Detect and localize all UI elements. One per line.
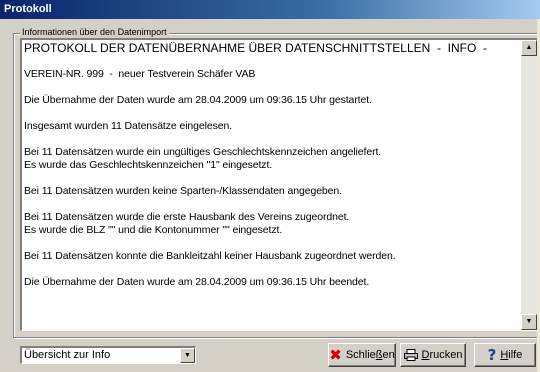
print-button-label: Drucken [421,349,463,361]
protocol-text: PROTOKOLL DER DATENÜBERNAHME ÜBER DATENS… [24,42,519,289]
protocol-line: Es wurde die BLZ "" und die Kontonummer … [24,224,283,236]
red-x-icon: ✖ [329,345,342,364]
protocol-line: Insgesamt wurden 11 Datensätze eingelese… [24,120,233,132]
close-button[interactable]: ✖ Schließen [328,343,396,367]
protocol-line: Bei 11 Datensätzen wurde die erste Hausb… [24,211,350,223]
protocol-line [24,81,519,94]
protocol-line [24,55,519,68]
protocol-line: Bei 11 Datensätzen konnte die Bankleitza… [24,250,396,262]
group-legend: Informationen über den Datenimport [20,27,169,38]
chevron-down-icon[interactable]: ▼ [180,348,195,363]
protocol-line: PROTOKOLL DER DATENÜBERNAHME ÜBER DATENS… [24,41,487,55]
vertical-scrollbar[interactable]: ▲ ▼ [521,40,537,330]
question-icon: ? [487,345,497,364]
printer-icon [403,349,418,361]
protocol-line: Bei 11 Datensätzen wurde ein ungültiges … [24,146,382,158]
scroll-down-button[interactable]: ▼ [521,314,537,330]
scroll-up-button[interactable]: ▲ [521,40,537,56]
help-button-label: Hilfe [500,349,523,361]
protocol-memo[interactable]: PROTOKOLL DER DATENÜBERNAHME ÜBER DATENS… [20,38,538,331]
close-button-label: Schließen [345,349,395,361]
protocol-line: Die Übernahme der Daten wurde am 28.04.2… [24,276,370,288]
protocol-line [24,263,519,276]
protocol-line [24,107,519,120]
view-select-value: Übersicht zur Info [24,349,111,361]
protokoll-window: Protokoll Informationen über den Datenim… [0,0,540,372]
protocol-line [24,133,519,146]
title-bar: Protokoll [0,0,540,19]
help-button[interactable]: ? Hilfe [474,343,536,367]
protocol-line [24,237,519,250]
protocol-line: Bei 11 Datensätzen wurden keine Sparten-… [24,185,342,197]
protocol-line [24,172,519,185]
protocol-line [24,198,519,211]
protocol-line: VEREIN-NR. 999 - neuer Testverein Schäfe… [24,68,256,80]
print-button[interactable]: Drucken [400,343,466,367]
protocol-line: Die Übernahme der Daten wurde am 28.04.2… [24,94,372,106]
window-title: Protokoll [4,3,52,15]
protocol-line: Es wurde das Geschlechtskennzeichen "1" … [24,159,273,171]
view-select[interactable]: Übersicht zur Info ▼ [20,346,196,364]
